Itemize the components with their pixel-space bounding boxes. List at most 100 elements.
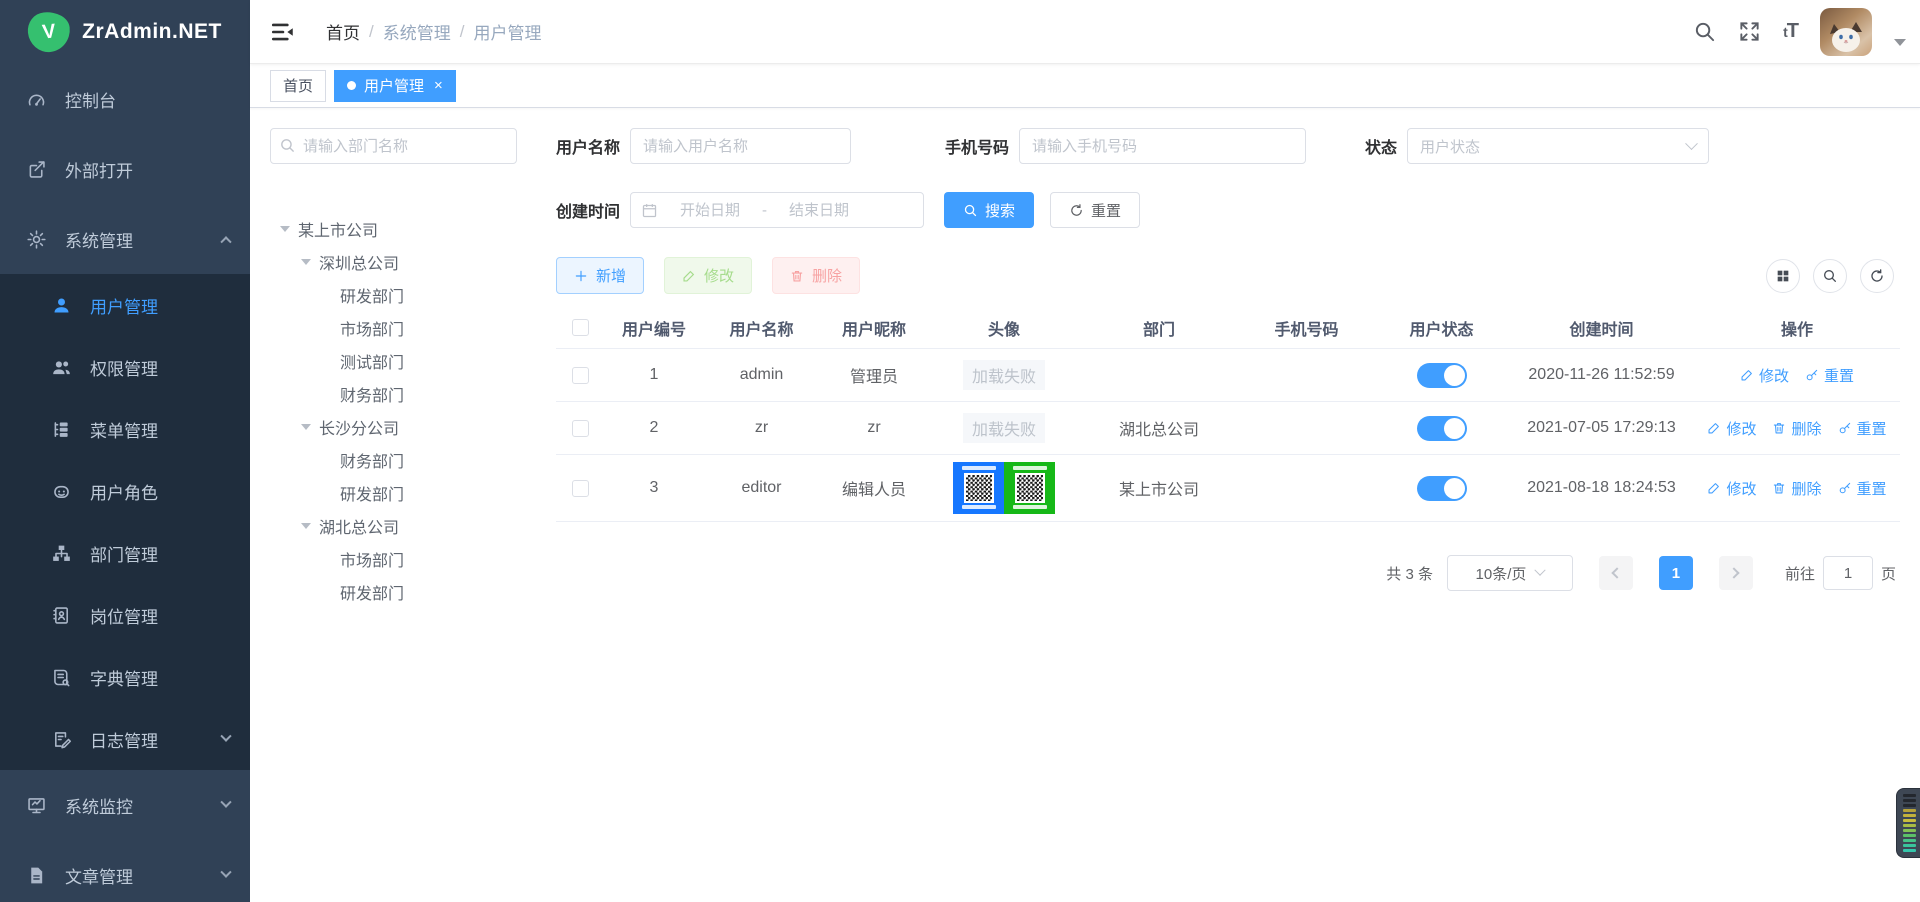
- page-jump: 前往 页: [1785, 556, 1896, 590]
- sidebar-item-label: 控制台: [65, 87, 230, 112]
- phone-input[interactable]: [1019, 128, 1306, 164]
- sidebar-item-position-management[interactable]: 岗位管理: [0, 584, 250, 646]
- status-toggle[interactable]: [1417, 416, 1467, 441]
- caret-down-icon[interactable]: [301, 424, 311, 430]
- tree-node[interactable]: 测试部门: [270, 344, 523, 377]
- row-checkbox[interactable]: [572, 480, 589, 497]
- close-icon[interactable]: ×: [434, 77, 443, 94]
- tree-node[interactable]: 市场部门: [270, 311, 523, 344]
- caret-down-icon[interactable]: [301, 523, 311, 529]
- sidebar-item-dashboard[interactable]: 控制台: [0, 64, 250, 134]
- table-header-row: 用户编号 用户名称 用户昵称 头像 部门 手机号码 用户状态 创建时间 操作: [556, 307, 1900, 349]
- sidebar-item-user-management[interactable]: 用户管理: [0, 274, 250, 336]
- page-size-select[interactable]: 10条/页: [1447, 555, 1573, 591]
- tree-node[interactable]: 长沙分公司: [270, 410, 523, 443]
- user-table-panel: 用户名称 手机号码 状态 用户状态 创建时间: [556, 128, 1910, 902]
- tree-node[interactable]: 湖北总公司: [270, 509, 523, 542]
- equalizer-widget[interactable]: [1896, 788, 1920, 858]
- jump-page-input[interactable]: [1823, 556, 1873, 590]
- status-select-placeholder: 用户状态: [1420, 136, 1480, 157]
- reset-link-label: 重置: [1857, 418, 1887, 439]
- tags-view-bar: 首页 用户管理 ×: [250, 64, 1920, 108]
- logo[interactable]: V ZrAdmin.NET: [0, 0, 250, 64]
- reset-button[interactable]: 重置: [1050, 192, 1140, 228]
- sidebar-item-article-management[interactable]: 文章管理: [0, 840, 250, 902]
- delete-link-label: 删除: [1791, 418, 1821, 439]
- status-toggle[interactable]: [1417, 363, 1467, 388]
- tree-node[interactable]: 研发部门: [270, 278, 523, 311]
- column-header-nickname: 用户昵称: [819, 316, 929, 340]
- search-toggle-icon[interactable]: [1813, 259, 1847, 293]
- tree-node[interactable]: 研发部门: [270, 575, 523, 608]
- caret-down-icon[interactable]: [1894, 39, 1906, 46]
- edit-user-link[interactable]: 修改: [1740, 365, 1789, 386]
- delete-user-link[interactable]: 删除: [1772, 418, 1821, 439]
- reset-password-link[interactable]: 重置: [1838, 418, 1887, 439]
- sidebar-item-system-monitor[interactable]: 系统监控: [0, 770, 250, 840]
- filter-row-2: 创建时间 - 搜索 重置: [556, 192, 1900, 228]
- row-checkbox[interactable]: [572, 420, 589, 437]
- tree-node-label: 市场部门: [340, 547, 404, 571]
- status-toggle[interactable]: [1417, 476, 1467, 501]
- user-avatar[interactable]: [1820, 8, 1872, 56]
- delete-link-label: 删除: [1791, 478, 1821, 499]
- sidebar-item-label: 用户管理: [90, 293, 230, 318]
- sidebar-item-dictionary-management[interactable]: 字典管理: [0, 646, 250, 708]
- search-icon[interactable]: [1693, 20, 1716, 43]
- cell-created-time: 2021-08-18 18:24:53: [1509, 479, 1694, 497]
- page-number-button[interactable]: 1: [1659, 556, 1693, 590]
- column-settings-icon[interactable]: [1766, 259, 1800, 293]
- font-size-icon[interactable]: tT: [1783, 20, 1798, 43]
- edit-user-link[interactable]: 修改: [1707, 478, 1756, 499]
- status-select[interactable]: 用户状态: [1407, 128, 1709, 164]
- username-input[interactable]: [630, 128, 851, 164]
- reset-password-link[interactable]: 重置: [1838, 478, 1887, 499]
- sidebar-item-user-roles[interactable]: 用户角色: [0, 460, 250, 522]
- sidebar-collapse-icon[interactable]: [270, 19, 296, 45]
- breadcrumb-home[interactable]: 首页: [326, 19, 360, 44]
- department-search-input[interactable]: [270, 128, 517, 164]
- tree-node[interactable]: 研发部门: [270, 476, 523, 509]
- date-start-input[interactable]: [664, 202, 756, 219]
- reset-link-label: 重置: [1824, 365, 1854, 386]
- sidebar-item-label: 用户角色: [90, 479, 230, 504]
- sidebar-item-department-management[interactable]: 部门管理: [0, 522, 250, 584]
- caret-down-icon[interactable]: [301, 259, 311, 265]
- add-user-button[interactable]: 新增: [556, 257, 644, 294]
- edit-user-link[interactable]: 修改: [1707, 418, 1756, 439]
- tab-user-management[interactable]: 用户管理 ×: [334, 70, 456, 102]
- qr-avatar-image[interactable]: [953, 462, 1055, 514]
- reset-password-link[interactable]: 重置: [1805, 365, 1854, 386]
- tree-node[interactable]: 市场部门: [270, 542, 523, 575]
- row-actions: 修改 删除 重置: [1707, 418, 1886, 439]
- tab-home[interactable]: 首页: [270, 70, 326, 102]
- edit-user-button[interactable]: 修改: [664, 257, 752, 294]
- caret-down-icon[interactable]: [280, 226, 290, 232]
- tree-node-label: 测试部门: [340, 349, 404, 373]
- sidebar-item-menu-management[interactable]: 菜单管理: [0, 398, 250, 460]
- sidebar-item-system-management[interactable]: 系统管理: [0, 204, 250, 274]
- delete-user-button[interactable]: 删除: [772, 257, 860, 294]
- date-range-picker[interactable]: -: [630, 192, 924, 228]
- table-toolbar: 新增 修改 删除: [556, 257, 1900, 294]
- select-all-checkbox[interactable]: [572, 319, 589, 336]
- fullscreen-icon[interactable]: [1738, 20, 1761, 43]
- sidebar-item-label: 文章管理: [65, 863, 222, 888]
- sidebar-item-label: 权限管理: [90, 355, 230, 380]
- row-checkbox[interactable]: [572, 367, 589, 384]
- sidebar-item-permission-management[interactable]: 权限管理: [0, 336, 250, 398]
- sidebar-item-log-management[interactable]: 日志管理: [0, 708, 250, 770]
- table-row: 1 admin 管理员 加载失败 2020-11-26 11:52:59: [556, 349, 1900, 402]
- next-page-button[interactable]: [1719, 556, 1753, 590]
- delete-user-link[interactable]: 删除: [1772, 478, 1821, 499]
- tree-node[interactable]: 财务部门: [270, 377, 523, 410]
- sidebar-item-external-open[interactable]: 外部打开: [0, 134, 250, 204]
- refresh-icon[interactable]: [1860, 259, 1894, 293]
- tree-node[interactable]: 某上市公司: [270, 212, 523, 245]
- date-end-input[interactable]: [773, 202, 865, 219]
- search-button[interactable]: 搜索: [944, 192, 1034, 228]
- prev-page-button[interactable]: [1599, 556, 1633, 590]
- tree-node[interactable]: 财务部门: [270, 443, 523, 476]
- tree-node[interactable]: 深圳总公司: [270, 245, 523, 278]
- column-header-actions: 操作: [1694, 316, 1900, 340]
